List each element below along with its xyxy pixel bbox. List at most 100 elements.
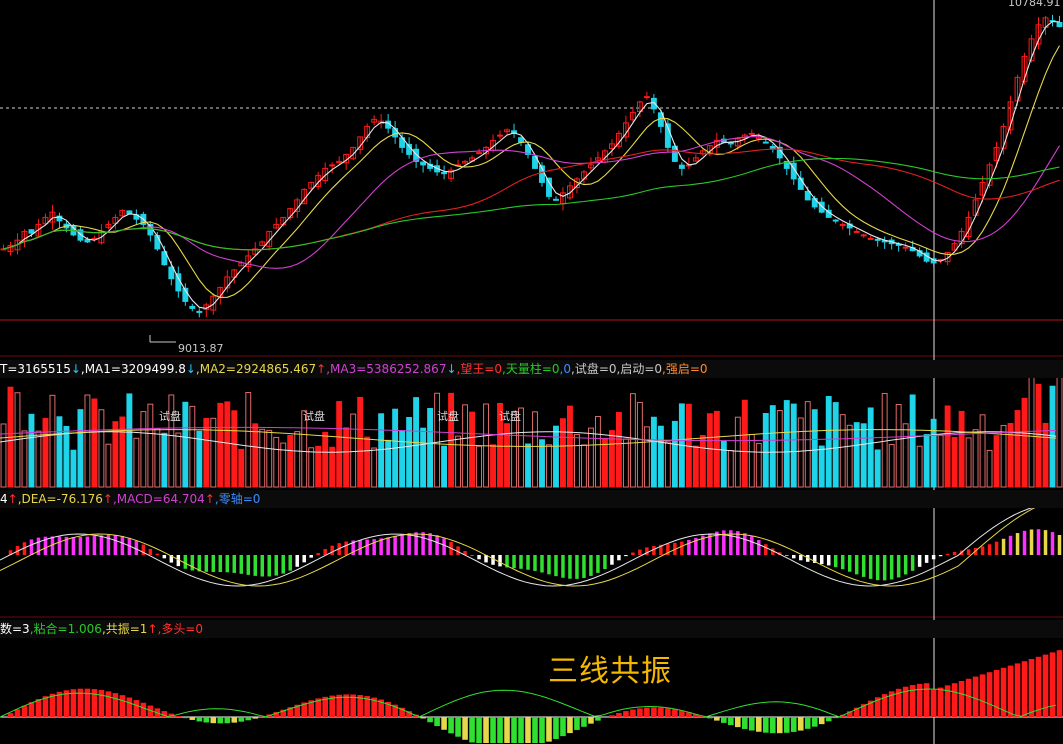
volume-bar: [1035, 383, 1042, 488]
volume-bar: [944, 405, 951, 488]
volume-bar: [154, 428, 161, 488]
macd-bar: [561, 555, 565, 578]
macd-bar: [442, 538, 446, 555]
volume-annotation: 试盘: [303, 409, 325, 423]
volume-bar: [797, 417, 804, 488]
macd-bar: [1043, 530, 1048, 555]
macd-bar: [1057, 535, 1062, 555]
candle-body: [553, 198, 559, 201]
volume-bar: [378, 413, 385, 488]
resonance-bar: [567, 717, 573, 734]
volume-bar: [203, 417, 210, 488]
macd-bar: [1015, 533, 1020, 555]
resonance-bar: [644, 707, 650, 717]
ma-line-green: [3, 157, 1060, 251]
resonance-bar: [637, 708, 643, 717]
resonance-bar: [483, 717, 489, 743]
resonance-bar: [434, 717, 440, 727]
candle-body: [874, 238, 881, 241]
resonance-bar: [937, 687, 944, 717]
resonance-bar: [804, 717, 811, 729]
low-price-label: 9013.87: [178, 342, 224, 355]
volume-bar: [259, 428, 266, 488]
volume-annotation: 试盘: [499, 409, 521, 423]
volume-bar: [755, 443, 762, 488]
macd-bar: [882, 555, 887, 581]
volume-bar: [63, 425, 70, 488]
volume-bar: [385, 439, 392, 488]
volume_header-item-0: T=3165515: [0, 362, 71, 376]
macd-bar: [295, 555, 299, 567]
volume-bar: [182, 401, 189, 488]
volume-bar: [294, 431, 301, 488]
candle-body: [392, 128, 399, 138]
macd-bar: [889, 555, 894, 580]
macd-bar: [1036, 529, 1041, 555]
candle-body: [1056, 21, 1063, 28]
volume-bar: [28, 413, 35, 488]
macd-bar: [421, 532, 425, 555]
volume-bar: [650, 416, 657, 488]
resonance-bar: [518, 717, 524, 743]
resonance-bar: [658, 707, 664, 717]
resonance-bar: [126, 697, 133, 717]
volume-bar: [874, 449, 881, 488]
volume-bar: [1049, 385, 1056, 488]
macd-bar: [148, 548, 153, 555]
resonance-bar: [1056, 650, 1063, 717]
macd-bar: [526, 555, 530, 570]
volume-bar: [553, 425, 559, 488]
candle-body: [84, 239, 91, 243]
resonance-bar: [343, 694, 349, 717]
resonance-bar: [672, 709, 678, 717]
volume-bar: [881, 393, 888, 488]
candle-body: [643, 96, 650, 99]
macd-bar: [575, 555, 579, 579]
resonance-bar: [252, 717, 259, 719]
candle-body: [175, 273, 182, 292]
resonance-bar: [91, 689, 98, 717]
macd-bar: [92, 535, 97, 555]
macd-bar: [225, 555, 230, 573]
resonance-bar: [1021, 661, 1028, 717]
volume-bar: [643, 426, 650, 488]
macd-bar: [764, 544, 768, 555]
macd-bar: [847, 555, 852, 572]
resonance-bar: [504, 717, 510, 743]
macd-bar: [309, 555, 313, 558]
volume-bar: [56, 416, 63, 488]
macd-bar: [540, 555, 544, 573]
volume-bar: [441, 445, 448, 488]
resonance-bar: [588, 717, 594, 724]
volume-bar: [846, 424, 853, 488]
resonance-bar: [979, 674, 986, 717]
volume-bar: [322, 431, 329, 488]
volume-bar: [287, 434, 294, 488]
volume-bar: [476, 445, 482, 488]
resonance-bar: [441, 717, 447, 730]
macd-bar: [980, 546, 985, 555]
candle-body: [497, 134, 503, 137]
resonance-bar: [825, 717, 832, 722]
macd-bar: [267, 555, 271, 577]
resonance-bar: [7, 713, 14, 717]
macd-bar: [162, 555, 167, 559]
macd-bar: [190, 555, 195, 571]
volume_header-arrow-0: ↓: [70, 362, 81, 376]
macd-bar: [792, 555, 796, 559]
volume-bar: [671, 420, 678, 488]
macd-bar: [428, 533, 432, 555]
volume_header-item-2: ,MA2=2924865.467: [195, 362, 317, 376]
resonance-bar: [462, 717, 468, 740]
volume-bar: [937, 434, 944, 488]
resonance-bar: [958, 681, 965, 717]
candle-body: [832, 219, 839, 222]
macd-bar: [358, 539, 362, 555]
resonance-bar: [21, 705, 28, 717]
volume-bar: [1021, 397, 1028, 488]
volume-bar: [357, 396, 364, 488]
volume-bar: [77, 409, 84, 488]
volume-bar: [776, 410, 783, 488]
candle-body: [0, 248, 7, 251]
resonance-bar: [455, 717, 461, 737]
